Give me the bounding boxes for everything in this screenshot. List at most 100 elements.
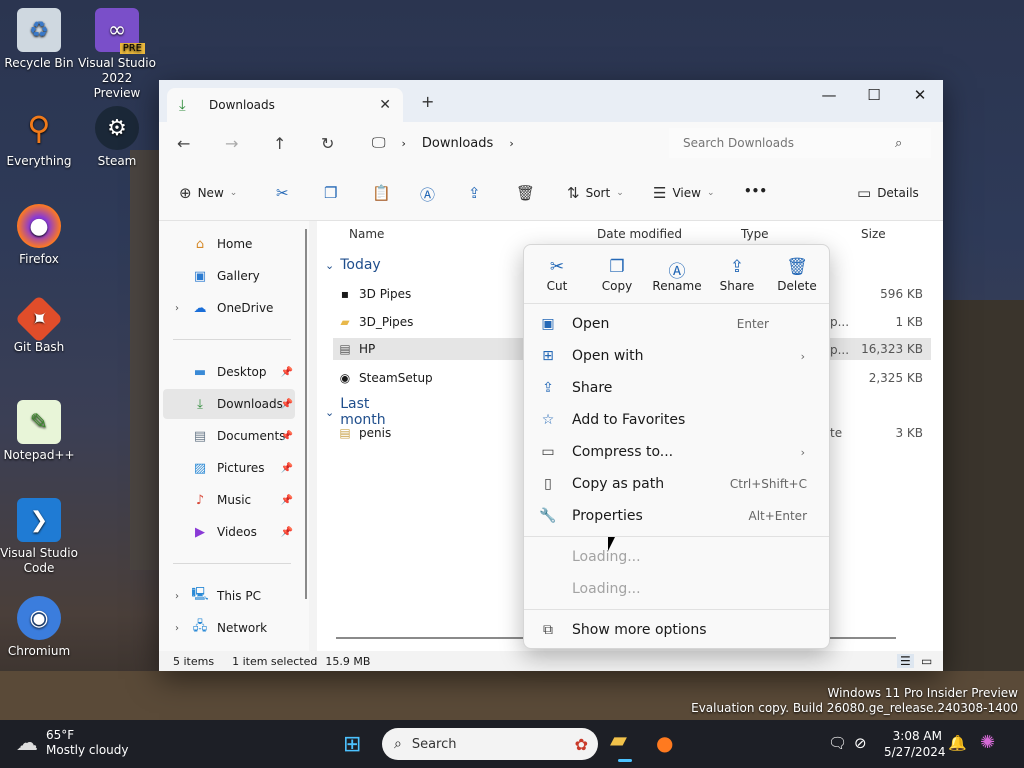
desktop-icon-recycle-bin[interactable]: ♻ Recycle Bin <box>0 8 78 71</box>
new-tab-button[interactable]: + <box>421 92 434 111</box>
sidebar-item-documents[interactable]: ▤ Documents 📌 <box>163 421 295 451</box>
breadcrumb-downloads[interactable]: Downloads <box>422 136 493 151</box>
menu-item-favorites[interactable]: ☆ Add to Favorites <box>532 405 821 435</box>
desktop-icon-vscode[interactable]: ❯ Visual Studio Code <box>0 498 78 576</box>
desktop-icon-everything[interactable]: ⚲ Everything <box>0 106 78 169</box>
pin-icon[interactable]: 📌 <box>281 399 293 410</box>
back-button[interactable]: ← <box>177 134 190 153</box>
column-header-type[interactable]: Type <box>741 227 769 241</box>
desktop-icon-git-bash[interactable]: ✦ Git Bash <box>0 294 78 355</box>
copilot-icon[interactable]: ✺ <box>980 732 995 753</box>
notifications-center-icon[interactable]: 🗨 <box>828 734 847 752</box>
sidebar-item-music[interactable]: ♪ Music 📌 <box>163 485 295 515</box>
network-status-icon[interactable]: ⊘ <box>854 734 867 752</box>
minimize-button[interactable]: — <box>814 86 844 104</box>
pin-icon[interactable]: 📌 <box>281 495 293 506</box>
start-button[interactable]: ⊞ <box>343 732 361 757</box>
active-indicator <box>618 759 632 762</box>
taskbar-file-explorer[interactable]: ▰ <box>610 728 640 762</box>
download-icon: ⤓ <box>197 396 203 412</box>
clock[interactable]: 3:08 AM 5/27/2024 <box>884 728 946 760</box>
selection-size: 15.9 MB <box>325 654 371 668</box>
bell-icon[interactable]: 🔔 <box>948 734 967 752</box>
sort-icon: ⇅ <box>567 184 580 202</box>
group-header-today[interactable]: ⌄ Today <box>325 257 381 273</box>
delete-button[interactable]: 🗑 <box>516 184 535 202</box>
taskbar-search[interactable]: ⌕ Search ✿ <box>382 728 598 760</box>
maximize-button[interactable]: ☐ <box>859 86 889 104</box>
column-header-size[interactable]: Size <box>861 227 886 241</box>
close-window-button[interactable]: ✕ <box>905 86 935 104</box>
menu-item-share[interactable]: ⇪ Share <box>532 373 821 403</box>
paste-button[interactable]: 📋 <box>372 184 391 202</box>
sidebar-item-gallery[interactable]: ▣ Gallery <box>163 261 295 291</box>
everything-icon: ⚲ <box>27 109 51 147</box>
sidebar-item-desktop[interactable]: ▬ Desktop 📌 <box>163 357 295 387</box>
weather-widget[interactable]: ☁ 65°F Mostly cloudy <box>16 728 129 758</box>
menu-item-copy-path[interactable]: ▯ Copy as path Ctrl+Shift+C <box>532 469 821 499</box>
desktop-icon-notepadpp[interactable]: ✎ Notepad++ <box>0 400 78 463</box>
details-button[interactable]: ▭ Details <box>857 184 919 202</box>
taskbar-firefox[interactable]: ● <box>656 731 673 755</box>
forward-button[interactable]: → <box>225 134 238 153</box>
chevron-right-icon[interactable]: › <box>175 303 179 314</box>
sidebar-item-thispc[interactable]: › 🖳 This PC <box>163 581 295 611</box>
up-button[interactable]: ↑ <box>273 134 286 153</box>
chevron-right-icon: › <box>800 349 805 363</box>
rename-action[interactable]: Ⓐ Rename <box>647 257 707 293</box>
rename-button[interactable]: Ⓐ <box>420 184 435 205</box>
desktop-icon-visual-studio[interactable]: ∞ PRE Visual Studio 2022 Preview <box>78 8 156 101</box>
sidebar-item-onedrive[interactable]: › ☁ OneDrive <box>163 293 295 323</box>
share-action[interactable]: ⇪ Share <box>707 257 767 293</box>
menu-item-open[interactable]: ▣ Open Enter <box>532 309 821 339</box>
pin-icon[interactable]: 📌 <box>281 367 293 378</box>
address-bar[interactable]: 🖵 › Downloads › <box>364 128 659 158</box>
copy-icon: ❐ <box>609 257 625 277</box>
chevron-right-icon: › <box>401 136 406 150</box>
menu-item-compress[interactable]: ▭ Compress to... › <box>532 437 821 467</box>
wallpaper-building <box>943 300 1024 720</box>
column-header-name[interactable]: Name <box>349 227 384 241</box>
sidebar-item-downloads[interactable]: ⤓ Downloads 📌 <box>163 389 295 419</box>
pin-icon[interactable]: 📌 <box>281 527 293 538</box>
search-icon: ⌕ <box>394 736 402 752</box>
tab-downloads[interactable]: ⤓ Downloads ✕ <box>167 88 403 122</box>
cut-button[interactable]: ✂ <box>276 184 289 202</box>
desktop-icon-chromium[interactable]: ◉ Chromium <box>0 596 78 659</box>
menu-divider <box>524 536 829 537</box>
sidebar-item-videos[interactable]: ▶ Videos 📌 <box>163 517 295 547</box>
desktop-icon-steam[interactable]: ⚙ Steam <box>78 106 156 169</box>
tiles-view-icon[interactable]: ▭ <box>921 654 932 668</box>
chromium-icon: ◉ <box>17 596 61 640</box>
copy-button[interactable]: ❐ <box>324 184 337 202</box>
sidebar-item-network[interactable]: › 🖧 Network <box>163 613 295 643</box>
menu-item-open-with[interactable]: ⊞ Open with › <box>532 341 821 371</box>
menu-item-show-more[interactable]: ⧉ Show more options <box>532 615 821 645</box>
sidebar-item-pictures[interactable]: ▨ Pictures 📌 <box>163 453 295 483</box>
search-input[interactable] <box>681 135 895 151</box>
column-header-date[interactable]: Date modified <box>597 227 682 241</box>
view-button[interactable]: ☰ View ⌄ <box>653 184 714 202</box>
copy-action[interactable]: ❐ Copy <box>587 257 647 293</box>
new-button[interactable]: ⊕ New ⌄ <box>179 184 237 202</box>
chevron-right-icon[interactable]: › <box>175 623 179 634</box>
pin-icon[interactable]: 📌 <box>281 463 293 474</box>
share-button[interactable]: ⇪ <box>468 184 481 202</box>
search-box[interactable]: ⌕ <box>669 128 931 158</box>
cut-action[interactable]: ✂ Cut <box>527 257 587 293</box>
desktop-icon-firefox[interactable]: ● Firefox <box>0 204 78 267</box>
chevron-right-icon[interactable]: › <box>175 591 179 602</box>
more-options-button[interactable]: ••• <box>744 184 767 198</box>
menu-item-properties[interactable]: 🔧 Properties Alt+Enter <box>532 501 821 531</box>
document-icon: ▤ <box>193 428 207 444</box>
delete-action[interactable]: 🗑 Delete <box>767 257 827 293</box>
wallpaper-building <box>130 150 160 570</box>
folder-icon: ▰ <box>340 315 350 329</box>
sort-button[interactable]: ⇅ Sort ⌄ <box>567 184 624 202</box>
details-view-icon[interactable]: ☰ <box>897 654 914 668</box>
sidebar-scrollbar[interactable] <box>305 229 307 599</box>
sidebar-item-home[interactable]: ⌂ Home <box>163 229 295 259</box>
close-tab-icon[interactable]: ✕ <box>379 97 391 113</box>
refresh-button[interactable]: ↻ <box>321 134 334 153</box>
pin-icon[interactable]: 📌 <box>281 431 293 442</box>
